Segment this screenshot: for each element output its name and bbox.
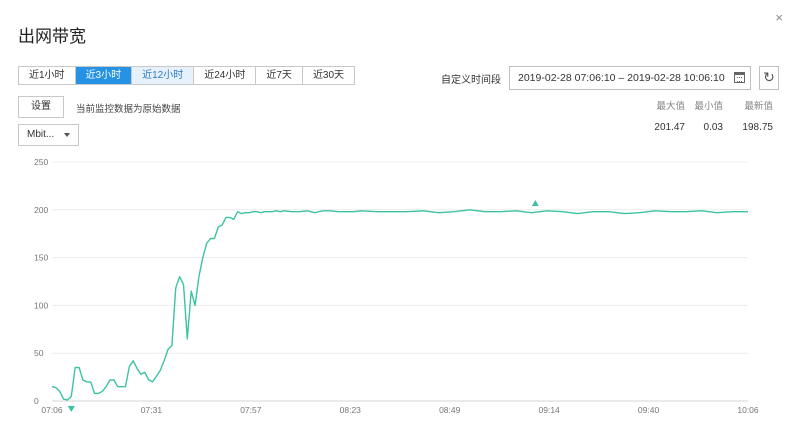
- y-tick-label: 250: [34, 157, 48, 167]
- min-marker-icon: [67, 406, 75, 412]
- y-tick-label: 0: [34, 396, 39, 406]
- x-tick-label: 08:23: [340, 405, 362, 415]
- x-tick-label: 10:06: [737, 405, 759, 415]
- x-tick-label: 09:14: [539, 405, 561, 415]
- y-tick-label: 150: [34, 253, 48, 263]
- bandwidth-chart: 0 50 100 150 200 250 07:06 07:31 07:57 08:23 08:49…: [34, 157, 759, 415]
- x-tick-label: 08:49: [439, 405, 461, 415]
- max-marker-icon: [531, 199, 539, 206]
- x-tick-label: 07:57: [240, 405, 262, 415]
- y-tick-label: 200: [34, 205, 48, 215]
- x-tick-label: 07:31: [141, 405, 163, 415]
- x-tick-label: 09:40: [638, 405, 660, 415]
- y-tick-label: 50: [34, 348, 44, 358]
- x-tick-label: 07:06: [41, 405, 63, 415]
- y-tick-label: 100: [34, 300, 48, 310]
